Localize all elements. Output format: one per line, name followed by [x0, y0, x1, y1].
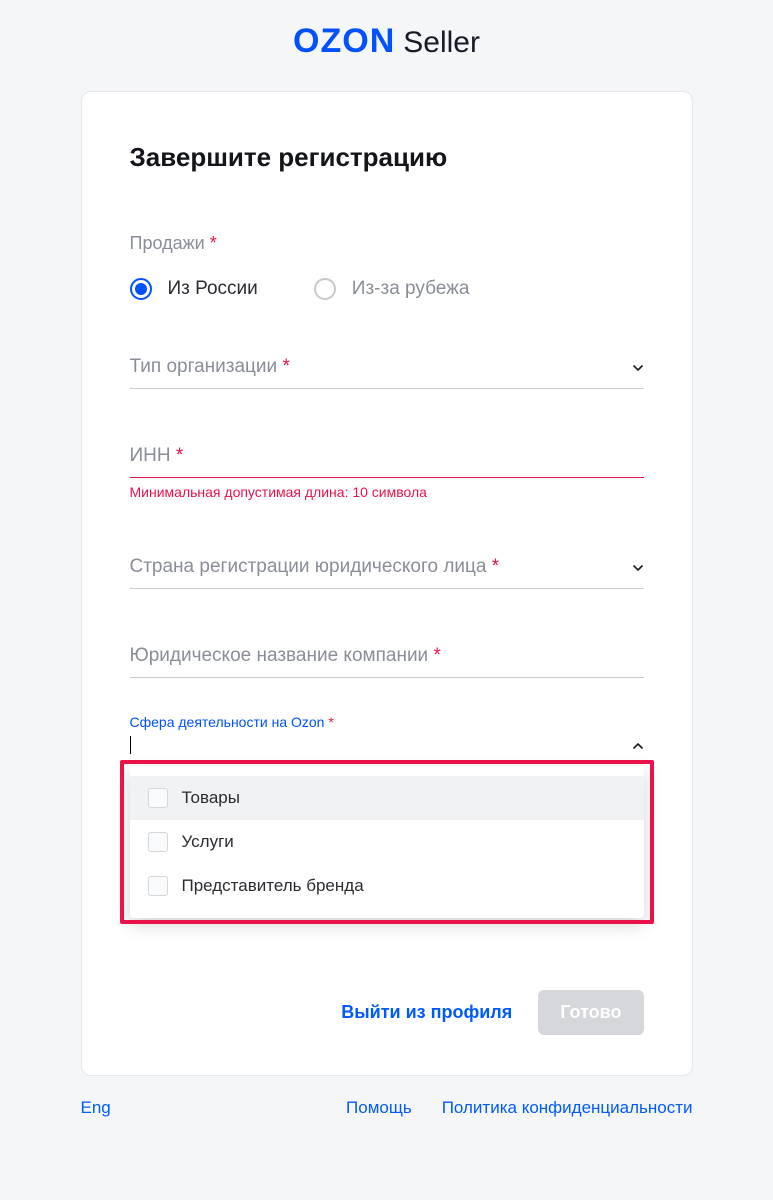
logout-link[interactable]: Выйти из профиля — [341, 1002, 512, 1023]
activity-option-brand-rep[interactable]: Представитель бренда — [130, 864, 644, 908]
chevron-up-icon — [630, 738, 644, 752]
lang-switch[interactable]: Eng — [81, 1098, 111, 1118]
activity-float-label: Сфера деятельности на Ozon * — [130, 714, 644, 730]
company-name-label: Юридическое название компании * — [130, 645, 441, 667]
org-type-field[interactable]: Тип организации * — [130, 356, 644, 389]
activity-option-services[interactable]: Услуги — [130, 820, 644, 864]
privacy-link[interactable]: Политика конфиденциальности — [442, 1098, 693, 1118]
company-name-field[interactable]: Юридическое название компании * — [130, 645, 644, 678]
radio-from-abroad[interactable]: Из-за рубежа — [314, 278, 470, 300]
country-label: Страна регистрации юридического лица * — [130, 556, 500, 578]
activity-field[interactable]: Сфера деятельности на Ozon * Товары — [130, 714, 644, 918]
chevron-down-icon — [630, 560, 644, 574]
checkbox-unchecked-icon — [148, 876, 168, 896]
help-link[interactable]: Помощь — [346, 1098, 412, 1118]
inn-field[interactable]: ИНН * Минимальная допустимая длина: 10 с… — [130, 445, 644, 500]
radio-from-russia[interactable]: Из России — [130, 278, 258, 300]
logo: OZON Seller — [293, 22, 480, 61]
chevron-down-icon — [630, 360, 644, 374]
logo-suffix: Seller — [403, 26, 480, 60]
radio-checked-icon — [130, 278, 152, 300]
text-caret-icon — [130, 736, 131, 754]
checkbox-unchecked-icon — [148, 832, 168, 852]
org-type-label: Тип организации * — [130, 356, 290, 378]
sales-radio-group: Из России Из-за рубежа — [130, 278, 644, 300]
checkbox-unchecked-icon — [148, 788, 168, 808]
activity-option-goods[interactable]: Товары — [130, 776, 644, 820]
sales-label: Продажи * — [130, 233, 644, 254]
registration-card: Завершите регистрацию Продажи * Из Росси… — [81, 91, 693, 1076]
activity-dropdown: Товары Услуги Представитель бренда — [130, 766, 644, 918]
radio-unchecked-icon — [314, 278, 336, 300]
page-title: Завершите регистрацию — [130, 142, 644, 173]
logo-brand: OZON — [293, 22, 395, 61]
form-actions: Выйти из профиля Готово — [130, 990, 644, 1035]
inn-label: ИНН * — [130, 445, 184, 467]
country-field[interactable]: Страна регистрации юридического лица * — [130, 556, 644, 589]
inn-error-message: Минимальная допустимая длина: 10 символа — [130, 484, 644, 500]
footer: Eng Помощь Политика конфиденциальности — [81, 1098, 693, 1118]
submit-button[interactable]: Готово — [538, 990, 643, 1035]
